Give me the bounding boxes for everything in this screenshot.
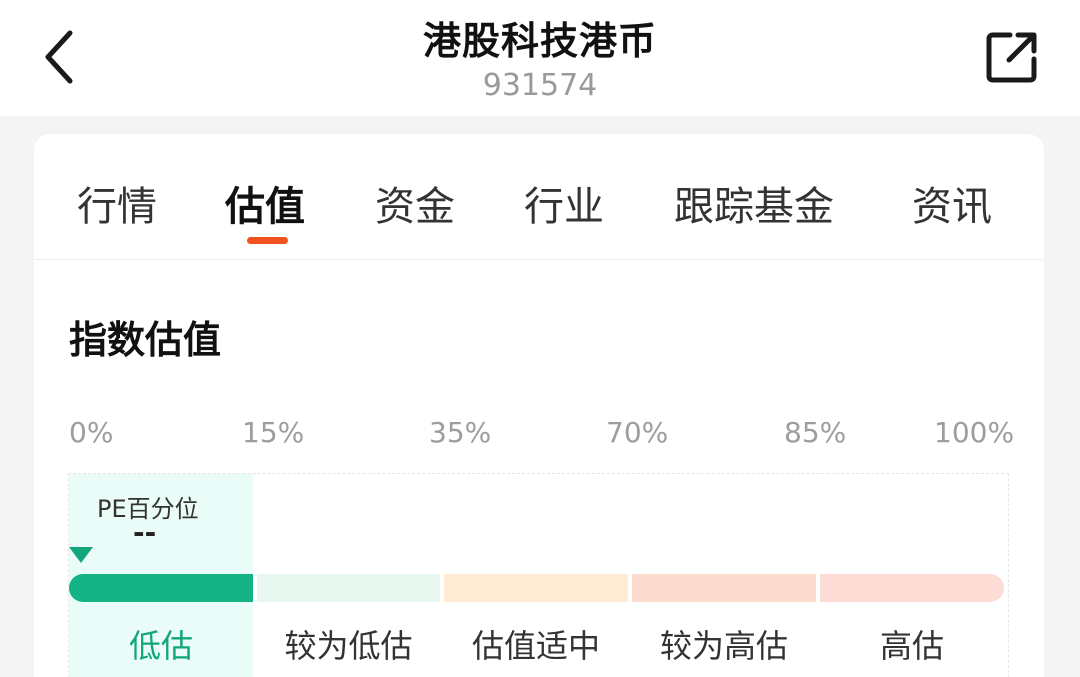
- index-code: 931574: [482, 68, 598, 103]
- pe-percentile-value: --: [133, 516, 157, 549]
- segment-bar-overvalued: [820, 574, 1004, 602]
- segment-bar-slightly-undervalued: [257, 574, 440, 602]
- share-icon: [986, 32, 1037, 83]
- tick-label: 15%: [242, 416, 305, 449]
- segment-label: 低估: [128, 627, 193, 665]
- tab-valuation[interactable]: 估值: [225, 174, 305, 232]
- valuation-gauge: PE百分位 -- 低估 较为低估 估值适中 较为高估 高估: [68, 473, 1009, 677]
- tick-label: 35%: [429, 416, 492, 449]
- tab-bar: 行情 估值 资金 行业 跟踪基金 资讯: [34, 134, 1044, 260]
- page-title: 港股科技港币: [422, 19, 657, 63]
- tick-label: 85%: [784, 416, 847, 449]
- percentile-ticks: 0% 15% 35% 70% 85% 100%: [34, 416, 1044, 456]
- tick-label: 100%: [934, 416, 1015, 449]
- segment-label: 估值适中: [471, 627, 600, 665]
- tab-market[interactable]: 行情: [77, 174, 157, 232]
- tab-tracking-funds[interactable]: 跟踪基金: [674, 174, 834, 232]
- segment-label: 较为高估: [659, 627, 788, 665]
- tick-label: 0%: [69, 416, 114, 449]
- tab-news[interactable]: 资讯: [912, 174, 992, 232]
- top-bar: 港股科技港币 931574: [0, 0, 1080, 116]
- segment-label: 高估: [879, 627, 944, 665]
- tick-label: 70%: [606, 416, 669, 449]
- active-tab-indicator: [247, 237, 288, 244]
- tab-industry[interactable]: 行业: [524, 174, 604, 232]
- segment-bar-undervalued: [69, 574, 253, 602]
- segment-bar-slightly-overvalued: [632, 574, 816, 602]
- segment-bar-fair: [444, 574, 628, 602]
- valuation-card: 行情 估值 资金 行业 跟踪基金 资讯 指数估值 0% 15% 35% 70% …: [34, 134, 1044, 677]
- tab-capital[interactable]: 资金: [375, 174, 455, 232]
- segment-label: 较为低估: [284, 627, 413, 665]
- position-marker-icon: [69, 547, 93, 563]
- section-title: 指数估值: [69, 318, 222, 362]
- share-button[interactable]: [976, 22, 1048, 92]
